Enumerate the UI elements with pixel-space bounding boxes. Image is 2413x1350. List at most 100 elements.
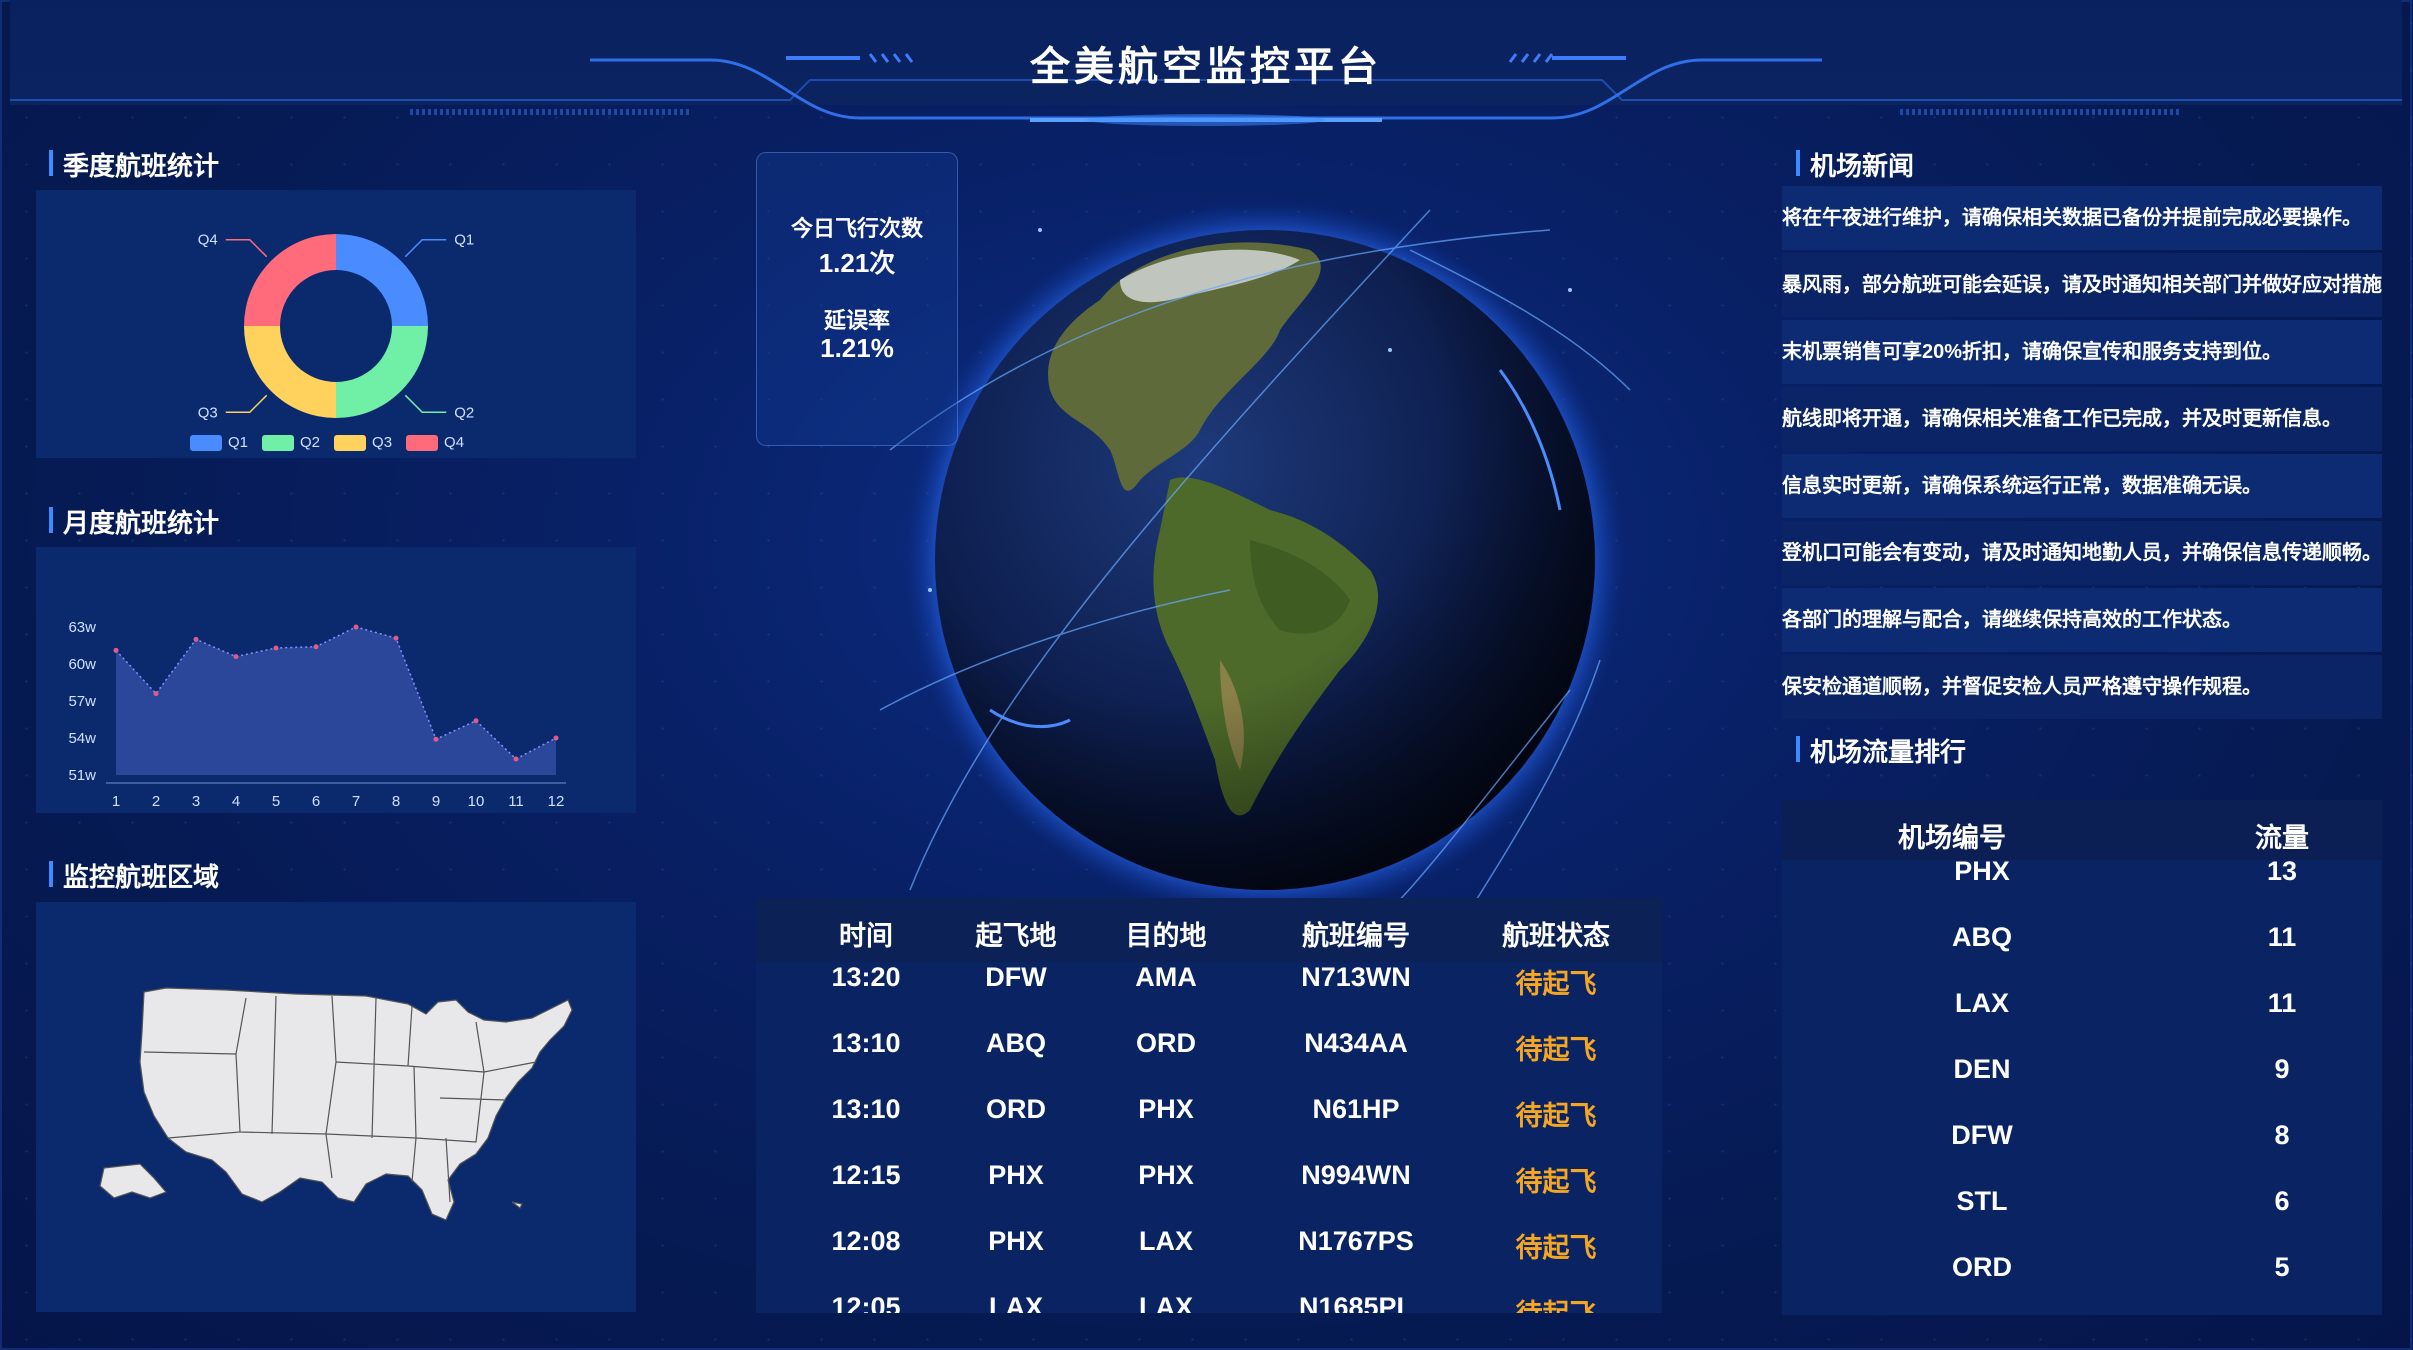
legend-item-q1[interactable]: Q1 [190, 434, 248, 451]
legend-item-q4[interactable]: Q4 [406, 434, 464, 451]
x-tick-label: 11 [508, 793, 524, 810]
x-tick-label: 9 [432, 793, 440, 810]
cell-flight-no: N61HP [1312, 1094, 1400, 1124]
quarterly-title: 季度航班统计 [48, 146, 219, 183]
x-tick-label: 12 [548, 793, 565, 810]
cell-destination: AMA [1135, 962, 1197, 992]
news-item[interactable]: 登机口可能会有变动，请及时通知地勤人员，并确保信息传递顺畅。 [1782, 521, 2382, 585]
x-tick-label: 3 [192, 793, 200, 810]
cell-airport-code: LAX [1955, 988, 2009, 1018]
cell-origin: LAX [989, 1292, 1043, 1313]
legend-item-q3[interactable]: Q3 [334, 434, 392, 451]
news-title: 机场新闻 [1795, 146, 1914, 183]
table-row[interactable]: LAX 11 [1782, 988, 2382, 1058]
table-row[interactable]: DFW 8 [1782, 1120, 2382, 1190]
cell-status: 待起飞 [1515, 1101, 1597, 1131]
news-item[interactable]: 信息实时更新，请确保系统运行正常，数据准确无误。 [1782, 454, 2382, 518]
x-tick-label: 1 [112, 793, 120, 810]
table-row[interactable]: ORD 5 [1782, 1252, 2382, 1315]
cell-origin: DFW [985, 962, 1047, 992]
news-item[interactable]: 航线即将开通，请确保相关准备工作已完成，并及时更新信息。 [1782, 387, 2382, 451]
cell-flight-no: N994WN [1301, 1160, 1411, 1190]
region-panel [36, 902, 636, 1312]
cell-status: 待起飞 [1515, 1035, 1597, 1065]
data-point[interactable] [433, 736, 439, 742]
data-point[interactable] [113, 647, 119, 653]
data-point[interactable] [473, 718, 479, 724]
cell-flow: 5 [2274, 1252, 2290, 1282]
cell-status: 待起飞 [1466, 1292, 1646, 1313]
cell-time: 13:10 [831, 1028, 901, 1058]
cell-time: 13:10 [831, 1094, 901, 1124]
cell-airport-code: PHX [1954, 856, 2010, 886]
col-flight-no: 航班编号 [1302, 921, 1410, 951]
x-tick-label: 4 [232, 793, 240, 810]
data-point[interactable] [153, 691, 159, 697]
table-row[interactable]: 13:20 DFW AMA N713WN 待起飞 [756, 962, 1662, 1028]
data-point[interactable] [513, 756, 519, 762]
cell-time: 12:05 [831, 1292, 901, 1313]
monthly-area-chart: 51w54w57w60w63w1 2 3 4 5 6 7 8 9 10 11 12 [68, 619, 566, 810]
region-title: 监控航班区域 [48, 857, 219, 894]
quarterly-legend: Q1 Q2 Q3 Q4 [190, 434, 464, 451]
delay-value: 1.21% [820, 333, 894, 363]
cell-origin: ABQ [986, 1028, 1046, 1058]
cell-flow: 13 [2266, 856, 2298, 886]
data-point[interactable] [313, 644, 319, 650]
cell-flight-no: N434AA [1304, 1028, 1408, 1058]
data-point[interactable] [353, 624, 359, 630]
today-stats-card: 今日飞行次数 1.21次 延误率 1.21% [756, 152, 958, 446]
cell-airport-code: DFW [1951, 1120, 2013, 1150]
news-item[interactable]: 暴风雨，部分航班可能会延误，请及时通知相关部门并做好应对措施 [1782, 253, 2382, 317]
news-item[interactable]: 将在午夜进行维护，请确保相关数据已备份并提前完成必要操作。 [1782, 186, 2382, 250]
table-row[interactable]: STL 6 [1782, 1186, 2382, 1256]
x-tick-label: 5 [272, 793, 280, 810]
cell-airport-code: DEN [1953, 1054, 2011, 1084]
news-item[interactable]: 各部门的理解与配合，请继续保持高效的工作状态。 [1782, 588, 2382, 652]
quarterly-donut-chart: Q1 Q2 Q3 Q4 [198, 232, 475, 422]
data-point[interactable] [193, 636, 199, 642]
cell-flow: 6 [2274, 1186, 2290, 1216]
y-tick-label: 63w [68, 619, 96, 636]
table-row[interactable]: 12:15 PHX PHX N994WN 待起飞 [756, 1160, 1662, 1226]
cell-destination: ORD [1136, 1028, 1196, 1058]
x-tick-label: 10 [468, 793, 485, 810]
cell-flow: 11 [2267, 922, 2297, 952]
monthly-panel: 51w 54w 57w 60w 63w 1 2 3 4 5 6 7 8 9 10 11 12 [36, 547, 636, 813]
table-row[interactable]: DEN 9 [1782, 1054, 2382, 1124]
y-tick-label: 54w [68, 730, 96, 747]
table-row[interactable]: 13:10 ABQ ORD N434AA 待起飞 [756, 1028, 1662, 1094]
cell-airport-code: ORD [1952, 1252, 2012, 1282]
col-origin: 起飞地 [975, 921, 1057, 951]
area-series[interactable] [116, 627, 556, 775]
data-point[interactable] [233, 654, 239, 660]
table-row[interactable]: 13:10 ORD PHX N61HP 待起飞 [756, 1094, 1662, 1160]
data-point[interactable] [553, 735, 559, 741]
globe-visual [879, 200, 1631, 910]
table-row[interactable]: 12:08 PHX LAX N1767PS 待起飞 [756, 1226, 1662, 1292]
cell-flight-no: N1767PS [1298, 1226, 1414, 1256]
data-point[interactable] [273, 645, 279, 651]
news-item[interactable]: 保安检通道顺畅，并督促安检人员严格遵守操作规程。 [1782, 655, 2382, 719]
x-tick-label: 8 [392, 793, 400, 810]
news-item[interactable]: 末机票销售可享20%折扣，请确保宣传和服务支持到位。 [1782, 320, 2382, 384]
cell-airport-code: STL [1956, 1186, 2008, 1216]
legend-item-q2[interactable]: Q2 [262, 434, 320, 451]
table-row[interactable]: ABQ 11 [1782, 922, 2382, 992]
cell-flow: 9 [2274, 1054, 2290, 1084]
x-tick-label: 6 [312, 793, 320, 810]
table-row[interactable]: 12:05 LAX LAX N1685PL 待起飞 [756, 1292, 1662, 1313]
cell-destination: LAX [1139, 1292, 1193, 1313]
cell-origin: PHX [988, 1160, 1044, 1190]
cell-flight-no: N713WN [1301, 962, 1411, 992]
cell-airport-code: ABQ [1952, 922, 2012, 952]
col-time: 时间 [839, 921, 893, 951]
data-point[interactable] [393, 635, 399, 641]
header: 全美航空监控平台 [10, 0, 2402, 126]
ranking-title: 机场流量排行 [1795, 732, 1966, 769]
cell-time: 12:08 [831, 1226, 901, 1256]
table-row[interactable]: PHX 13 [1782, 856, 2382, 926]
pie-label: Q4 [198, 232, 218, 249]
delay-label: 延误率 [823, 308, 890, 333]
monthly-title: 月度航班统计 [48, 503, 219, 540]
